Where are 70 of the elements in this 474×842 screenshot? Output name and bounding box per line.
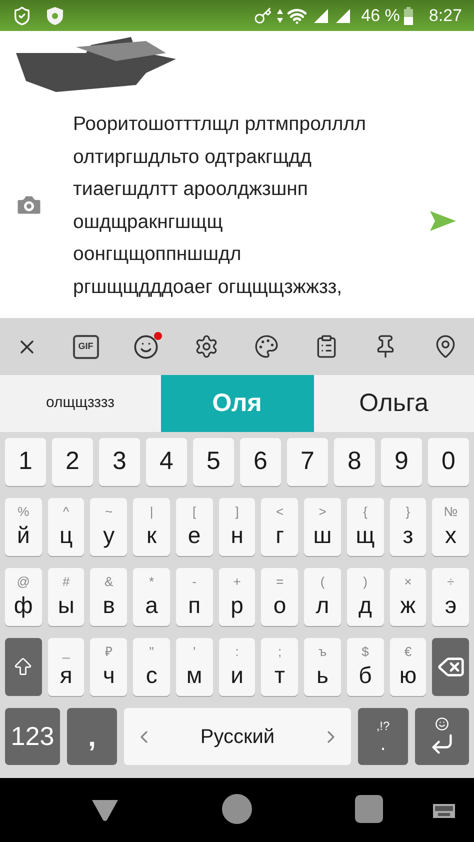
letter-key[interactable]: - п — [176, 568, 213, 626]
enter-key[interactable] — [415, 708, 469, 765]
letter-key[interactable]: < г — [261, 498, 298, 556]
letter-key[interactable]: : и — [218, 638, 256, 696]
letter-key[interactable]: $ б — [346, 638, 384, 696]
key-icon — [254, 6, 272, 24]
number-key[interactable]: 4 — [146, 438, 187, 486]
letter-key[interactable]: ) д — [346, 568, 384, 626]
bug-shield-icon — [46, 6, 64, 26]
message-text[interactable]: Рооритошотттлщл рлтмпролллл олтиргшдльто одтракгщдд тиаегшдлтт ароолджзшнп ошдщракнгшщщ оонгщщоппншшдл ргшщщдддоаег огщщщзжжзз, — [73, 91, 366, 304]
letter-key[interactable]: ₽ ч — [90, 638, 128, 696]
letter-key[interactable]: × ж — [390, 568, 426, 626]
language-label: Русский — [200, 724, 275, 750]
keyboard-icon[interactable] — [433, 804, 455, 818]
letter-key[interactable]: % й — [5, 498, 42, 556]
letter-key[interactable]: _ я — [48, 638, 84, 696]
letter-key[interactable]: ] н — [218, 498, 256, 556]
letter-key[interactable]: > ш — [304, 498, 341, 556]
space-bar[interactable]: Русский — [124, 708, 351, 765]
comma-key[interactable]: , — [67, 708, 117, 765]
shift-key[interactable] — [5, 638, 42, 696]
letter-key[interactable]: @ ф — [5, 568, 42, 626]
letter-key[interactable]: ( л — [304, 568, 341, 626]
number-key[interactable]: 8 — [334, 438, 375, 486]
letter-key[interactable]: [ е — [176, 498, 213, 556]
number-key[interactable]: 7 — [287, 438, 328, 486]
sticker-icon[interactable] — [133, 334, 160, 360]
letter-key[interactable]: € ю — [390, 638, 426, 696]
letter-key[interactable]: & в — [90, 568, 128, 626]
letter-key[interactable]: ; т — [261, 638, 298, 696]
number-key[interactable]: 5 — [193, 438, 234, 486]
number-key[interactable]: 1 — [5, 438, 46, 486]
number-key[interactable]: 9 — [381, 438, 422, 486]
gif-button[interactable]: GIF — [72, 334, 99, 358]
backspace-key[interactable] — [432, 638, 470, 696]
clock: 8:27 — [428, 4, 462, 27]
suggestion[interactable]: олщщзззз — [0, 375, 160, 432]
letter-key[interactable]: | к — [133, 498, 170, 556]
letter-key[interactable]: } з — [390, 498, 426, 556]
letter-key[interactable]: ~ у — [90, 498, 128, 556]
signal-icon — [335, 8, 352, 24]
number-key[interactable]: 6 — [240, 438, 281, 486]
back-icon[interactable] — [91, 798, 119, 822]
letter-key[interactable]: # ы — [48, 568, 84, 626]
letter-key[interactable]: { щ — [346, 498, 384, 556]
period-key[interactable]: ,!? . — [358, 708, 408, 765]
numbers-key[interactable]: 123 — [5, 708, 60, 765]
letter-key[interactable]: = о — [261, 568, 298, 626]
number-key[interactable]: 0 — [428, 438, 469, 486]
letter-key[interactable]: ^ ц — [48, 498, 84, 556]
data-arrows-icon — [276, 8, 284, 24]
signal-icon — [313, 8, 330, 24]
settings-icon[interactable] — [194, 334, 220, 359]
recents-icon[interactable] — [355, 795, 383, 823]
number-key[interactable]: 2 — [52, 438, 93, 486]
battery-percent: 46 % — [361, 4, 400, 27]
letter-key[interactable]: ъ ь — [304, 638, 341, 696]
home-icon[interactable] — [221, 793, 253, 825]
battery-icon — [404, 6, 413, 24]
letter-key[interactable]: № х — [432, 498, 470, 556]
letter-key[interactable]: ÷ э — [432, 568, 470, 626]
smiley-icon — [435, 716, 449, 730]
letter-key[interactable]: + р — [218, 568, 256, 626]
shield-check-icon — [12, 6, 32, 26]
letter-key[interactable]: * а — [133, 568, 170, 626]
palette-icon[interactable] — [254, 334, 279, 359]
letter-key[interactable]: " с — [133, 638, 170, 696]
suggestion[interactable]: Ольга — [314, 375, 474, 432]
letter-key[interactable]: ' м — [176, 638, 213, 696]
number-key[interactable]: 3 — [99, 438, 140, 486]
